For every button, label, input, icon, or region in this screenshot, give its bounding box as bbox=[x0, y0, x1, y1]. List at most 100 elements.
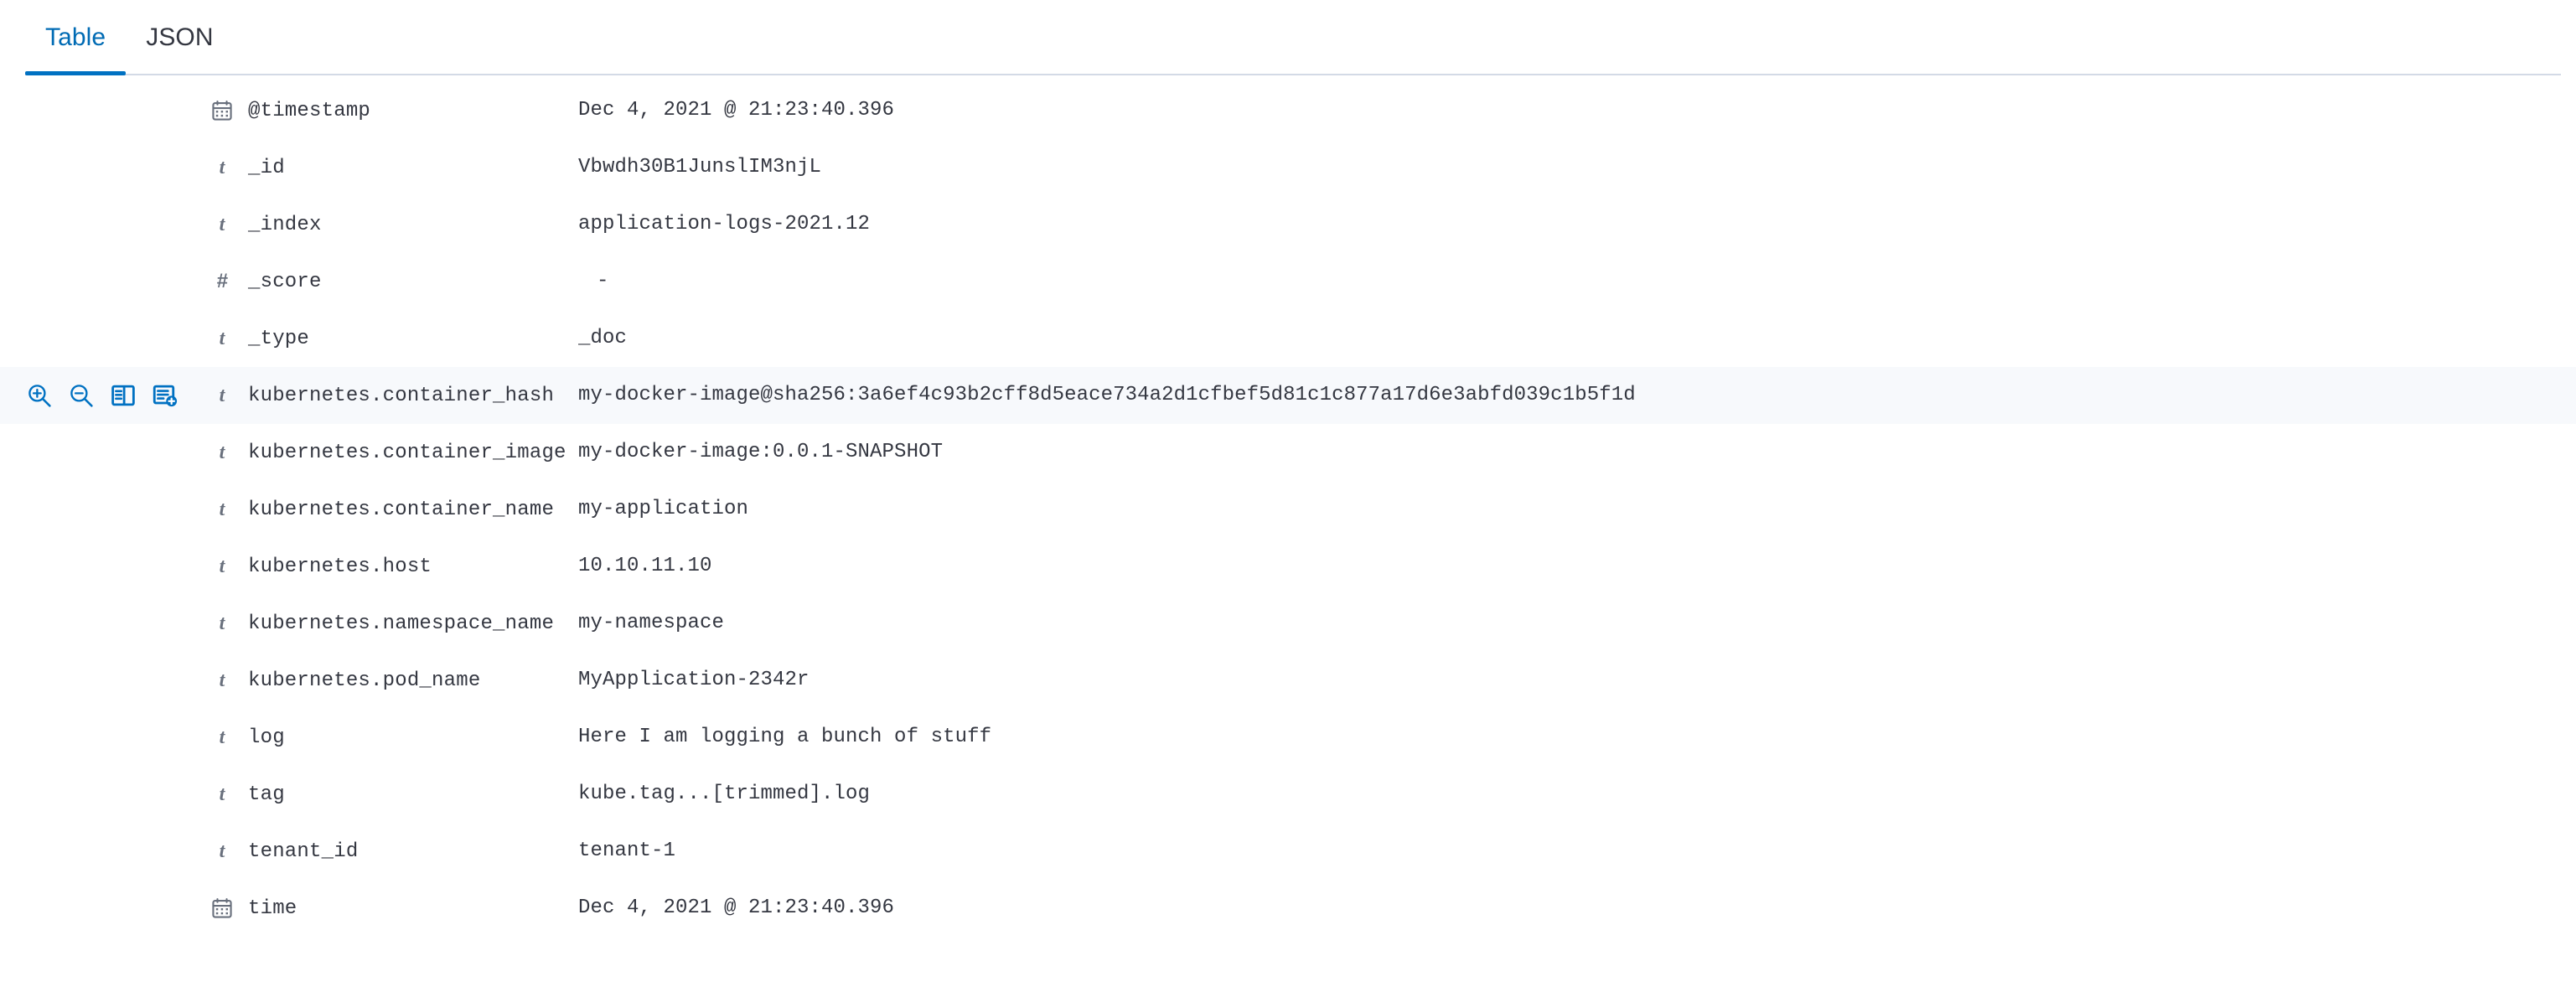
field-name-cell: t kubernetes.container_name bbox=[209, 481, 578, 538]
row-actions-cell bbox=[0, 367, 209, 424]
field-value: application-logs-2021.12 bbox=[578, 213, 871, 235]
document-field-table: @timestamp Dec 4, 2021 @ 21:23:40.396 t _id… bbox=[0, 82, 2576, 937]
row-actions-cell bbox=[0, 595, 209, 652]
filter-for-field-present-button[interactable] bbox=[151, 381, 179, 410]
field-name-cell: t _id bbox=[209, 139, 578, 196]
field-name: tenant_id bbox=[248, 840, 359, 863]
table-row[interactable]: t kubernetes.container_name my-application bbox=[0, 481, 2576, 538]
field-name: _score bbox=[248, 270, 322, 293]
field-name-cell: t kubernetes.host bbox=[209, 538, 578, 595]
calendar-icon bbox=[209, 100, 235, 121]
table-row[interactable]: t kubernetes.container_image my-docker-ima… bbox=[0, 424, 2576, 481]
table-row[interactable]: t _index application-logs-2021.12 bbox=[0, 196, 2576, 253]
row-actions-cell bbox=[0, 880, 209, 937]
string-icon: t bbox=[219, 156, 225, 178]
field-name: kubernetes.container_name bbox=[248, 498, 555, 521]
string-icon: t bbox=[219, 384, 225, 406]
table-row[interactable]: t tenant_id tenant-1 bbox=[0, 823, 2576, 880]
field-name: _type bbox=[248, 327, 310, 350]
toggle-column-in-table-button[interactable] bbox=[109, 381, 137, 410]
field-name: kubernetes.pod_name bbox=[248, 669, 481, 692]
field-value-cell: application-logs-2021.12 bbox=[578, 196, 2576, 253]
table-row[interactable]: t kubernetes.namespace_name my-namespace bbox=[0, 595, 2576, 652]
field-value: my-namespace bbox=[578, 612, 725, 634]
field-value: my-docker-image@sha256:3a6ef4c93b2cff8d5… bbox=[578, 384, 1636, 406]
filter-for-value-button[interactable] bbox=[25, 381, 54, 410]
table-row[interactable]: t log Here I am logging a bunch of stuff bbox=[0, 709, 2576, 766]
table-row[interactable]: t _id Vbwdh30B1JunslIM3njL bbox=[0, 139, 2576, 196]
table-row[interactable]: t kubernetes.pod_name MyApplication-2342r bbox=[0, 652, 2576, 709]
field-name: time bbox=[248, 897, 297, 920]
field-name: tag bbox=[248, 783, 285, 806]
field-name-cell: t _index bbox=[209, 196, 578, 253]
row-actions-cell bbox=[0, 481, 209, 538]
field-name: kubernetes.container_hash bbox=[248, 384, 555, 407]
field-value-cell: my-namespace bbox=[578, 595, 2576, 652]
field-value-cell: MyApplication-2342r bbox=[578, 652, 2576, 709]
table-row[interactable]: t _type _doc bbox=[0, 310, 2576, 367]
table-row[interactable]: @timestamp Dec 4, 2021 @ 21:23:40.396 bbox=[0, 82, 2576, 139]
list-add-icon bbox=[153, 383, 178, 408]
field-name-cell: t tenant_id bbox=[209, 823, 578, 880]
filter-out-value-button[interactable] bbox=[67, 381, 96, 410]
field-name-cell: # _score bbox=[209, 253, 578, 310]
row-actions-cell bbox=[0, 253, 209, 310]
row-actions-cell bbox=[0, 652, 209, 709]
table-row[interactable]: t kubernetes.host 10.10.11.10 bbox=[0, 538, 2576, 595]
calendar-icon bbox=[209, 897, 235, 919]
field-value-cell: Here I am logging a bunch of stuff bbox=[578, 709, 2576, 766]
string-icon: t bbox=[219, 498, 225, 520]
field-value: kube.tag...[trimmed].log bbox=[578, 783, 871, 805]
string-icon: t bbox=[219, 783, 225, 805]
row-actions-cell bbox=[0, 709, 209, 766]
field-name-cell: t kubernetes.container_image bbox=[209, 424, 578, 481]
field-value: - bbox=[597, 270, 609, 292]
field-value-cell: - bbox=[578, 253, 2576, 310]
table-column-icon bbox=[111, 383, 136, 408]
field-name-cell: @timestamp bbox=[209, 82, 578, 139]
field-value-cell: my-docker-image:0.0.1-SNAPSHOT bbox=[578, 424, 2576, 481]
row-actions-cell bbox=[0, 823, 209, 880]
table-row[interactable]: time Dec 4, 2021 @ 21:23:40.396 bbox=[0, 880, 2576, 937]
field-value: my-docker-image:0.0.1-SNAPSHOT bbox=[578, 441, 944, 463]
field-name-cell: t _type bbox=[209, 310, 578, 367]
field-value-cell: 10.10.11.10 bbox=[578, 538, 2576, 595]
field-name: kubernetes.host bbox=[248, 555, 432, 578]
field-value-cell: my-application bbox=[578, 481, 2576, 538]
row-actions-cell bbox=[0, 310, 209, 367]
tab-json[interactable]: JSON bbox=[126, 0, 233, 75]
table-row[interactable]: t tag kube.tag...[trimmed].log bbox=[0, 766, 2576, 823]
field-value-cell: tenant-1 bbox=[578, 823, 2576, 880]
field-value-cell: _doc bbox=[578, 310, 2576, 367]
string-icon: t bbox=[219, 555, 225, 577]
string-icon: t bbox=[219, 441, 225, 463]
row-actions-cell bbox=[0, 766, 209, 823]
field-name: _id bbox=[248, 156, 285, 179]
table-row[interactable]: # _score - bbox=[0, 253, 2576, 310]
field-name-cell: t kubernetes.container_hash bbox=[209, 367, 578, 424]
field-name: kubernetes.container_image bbox=[248, 441, 566, 464]
field-name: _index bbox=[248, 213, 322, 236]
row-actions-cell bbox=[0, 139, 209, 196]
field-value: _doc bbox=[578, 327, 628, 349]
number-icon: # bbox=[216, 270, 228, 292]
field-name-cell: t log bbox=[209, 709, 578, 766]
magnify-plus-icon bbox=[27, 383, 52, 408]
tab-table[interactable]: Table bbox=[25, 0, 127, 75]
table-row[interactable]: t kubernetes.container_hash my-docker-imag… bbox=[0, 367, 2576, 424]
string-icon: t bbox=[219, 327, 225, 349]
field-value-cell: Dec 4, 2021 @ 21:23:40.396 bbox=[578, 82, 2576, 139]
row-actions-cell bbox=[0, 424, 209, 481]
field-value: tenant-1 bbox=[578, 840, 676, 862]
string-icon: t bbox=[219, 840, 225, 862]
string-icon: t bbox=[219, 726, 225, 748]
string-icon: t bbox=[219, 612, 225, 634]
string-icon: t bbox=[219, 213, 225, 235]
field-name: kubernetes.namespace_name bbox=[248, 612, 555, 635]
field-value-cell: my-docker-image@sha256:3a6ef4c93b2cff8d5… bbox=[578, 367, 2576, 424]
field-value-cell: Dec 4, 2021 @ 21:23:40.396 bbox=[578, 880, 2576, 937]
field-name-cell: t kubernetes.namespace_name bbox=[209, 595, 578, 652]
row-actions-cell bbox=[0, 82, 209, 139]
field-name: log bbox=[248, 726, 285, 749]
field-value: 10.10.11.10 bbox=[578, 555, 712, 577]
